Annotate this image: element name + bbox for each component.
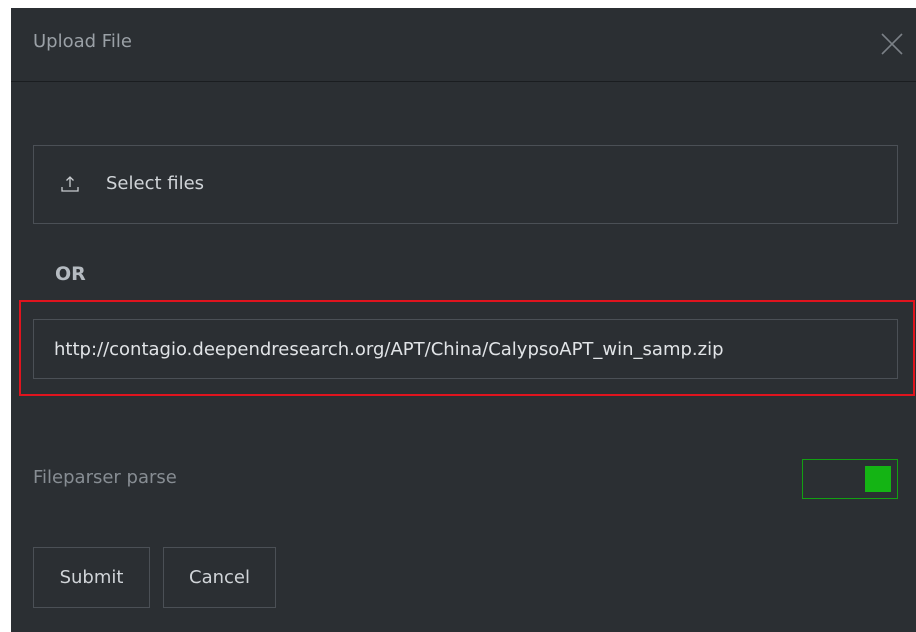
upload-icon bbox=[60, 174, 80, 194]
or-separator: OR bbox=[55, 263, 86, 285]
close-button[interactable] bbox=[880, 32, 904, 56]
cancel-button[interactable]: Cancel bbox=[163, 547, 276, 608]
close-icon bbox=[881, 33, 903, 55]
select-files-button[interactable]: Select files bbox=[33, 145, 898, 224]
upload-file-dialog: Upload File Select files OR Fileparser p… bbox=[11, 8, 916, 632]
toggle-knob bbox=[865, 466, 891, 492]
url-input[interactable] bbox=[33, 319, 898, 379]
select-files-label: Select files bbox=[106, 173, 205, 194]
submit-button[interactable]: Submit bbox=[33, 547, 150, 608]
fileparser-label: Fileparser parse bbox=[33, 467, 177, 488]
dialog-header: Upload File bbox=[11, 8, 916, 82]
dialog-title: Upload File bbox=[33, 31, 132, 52]
fileparser-toggle[interactable] bbox=[802, 459, 898, 499]
